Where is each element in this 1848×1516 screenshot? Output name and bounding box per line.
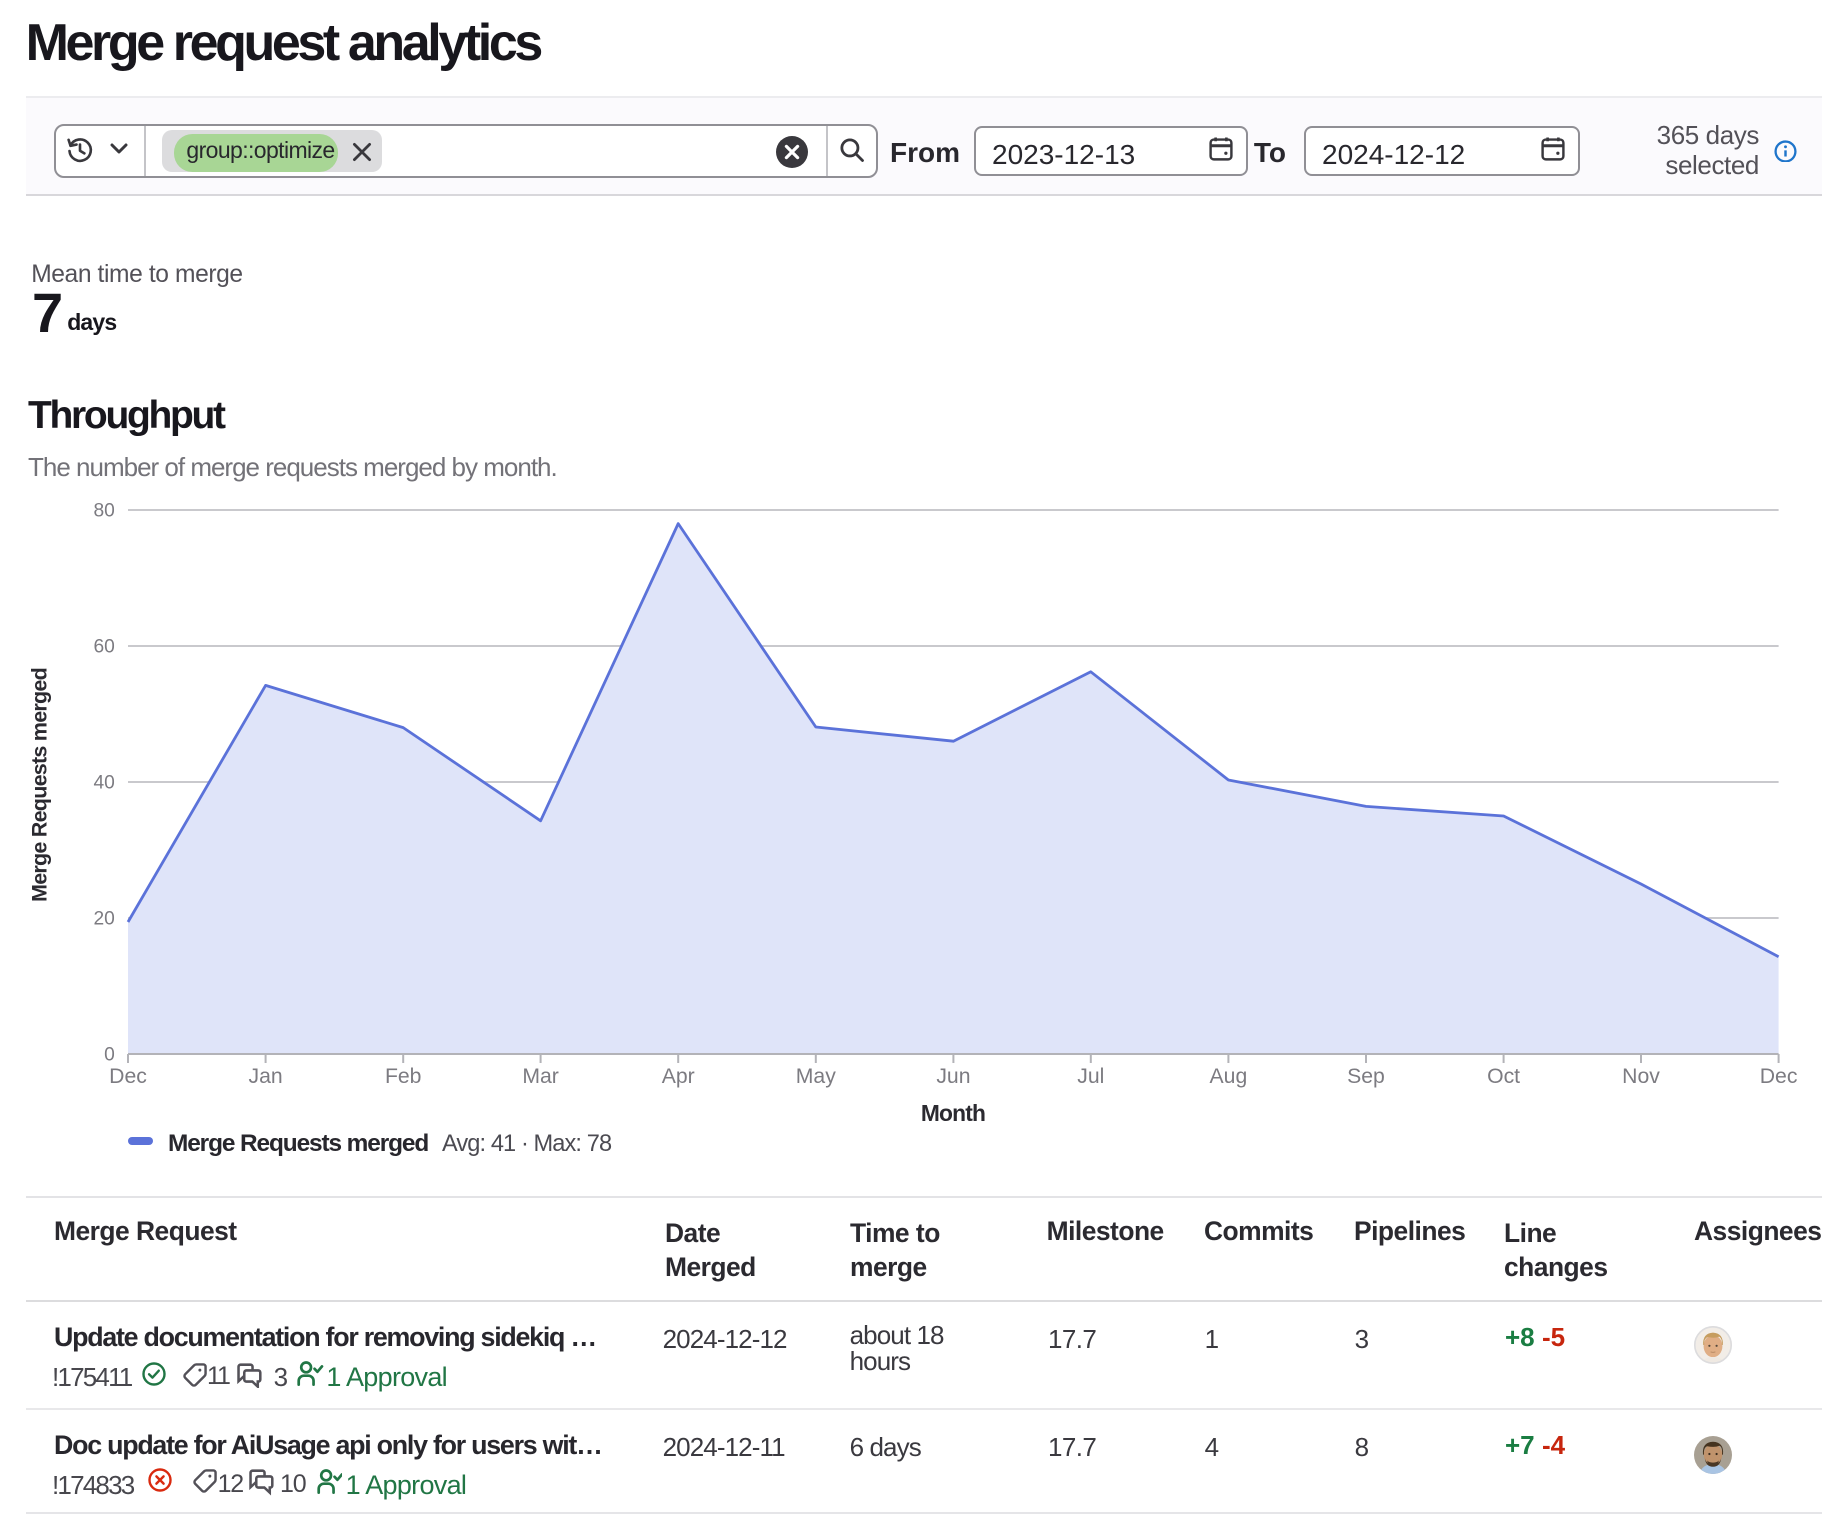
svg-text:Avg: 41 · Max: 78: Avg: 41 · Max: 78 [442,1131,612,1157]
svg-text:60: 60 [93,637,114,658]
svg-text:Dec: Dec [109,1065,147,1088]
svg-text:Apr: Apr [662,1065,695,1088]
svg-text:40: 40 [93,773,114,794]
svg-text:Jun: Jun [936,1065,970,1088]
svg-text:Oct: Oct [1487,1065,1520,1088]
svg-text:0: 0 [104,1045,115,1066]
svg-text:Jan: Jan [249,1065,283,1088]
svg-text:Mar: Mar [522,1065,559,1088]
svg-text:Merge Requests merged: Merge Requests merged [27,668,52,902]
svg-text:Month: Month [921,1100,985,1126]
svg-text:Merge Requests merged: Merge Requests merged [168,1130,428,1157]
svg-text:Aug: Aug [1210,1065,1248,1088]
svg-text:20: 20 [93,909,114,930]
svg-text:Nov: Nov [1622,1065,1660,1088]
svg-text:80: 80 [93,501,114,522]
svg-text:Feb: Feb [385,1065,422,1088]
svg-text:Dec: Dec [1760,1065,1798,1088]
svg-text:May: May [796,1065,836,1088]
svg-text:Jul: Jul [1077,1065,1104,1088]
svg-text:Sep: Sep [1347,1065,1385,1088]
